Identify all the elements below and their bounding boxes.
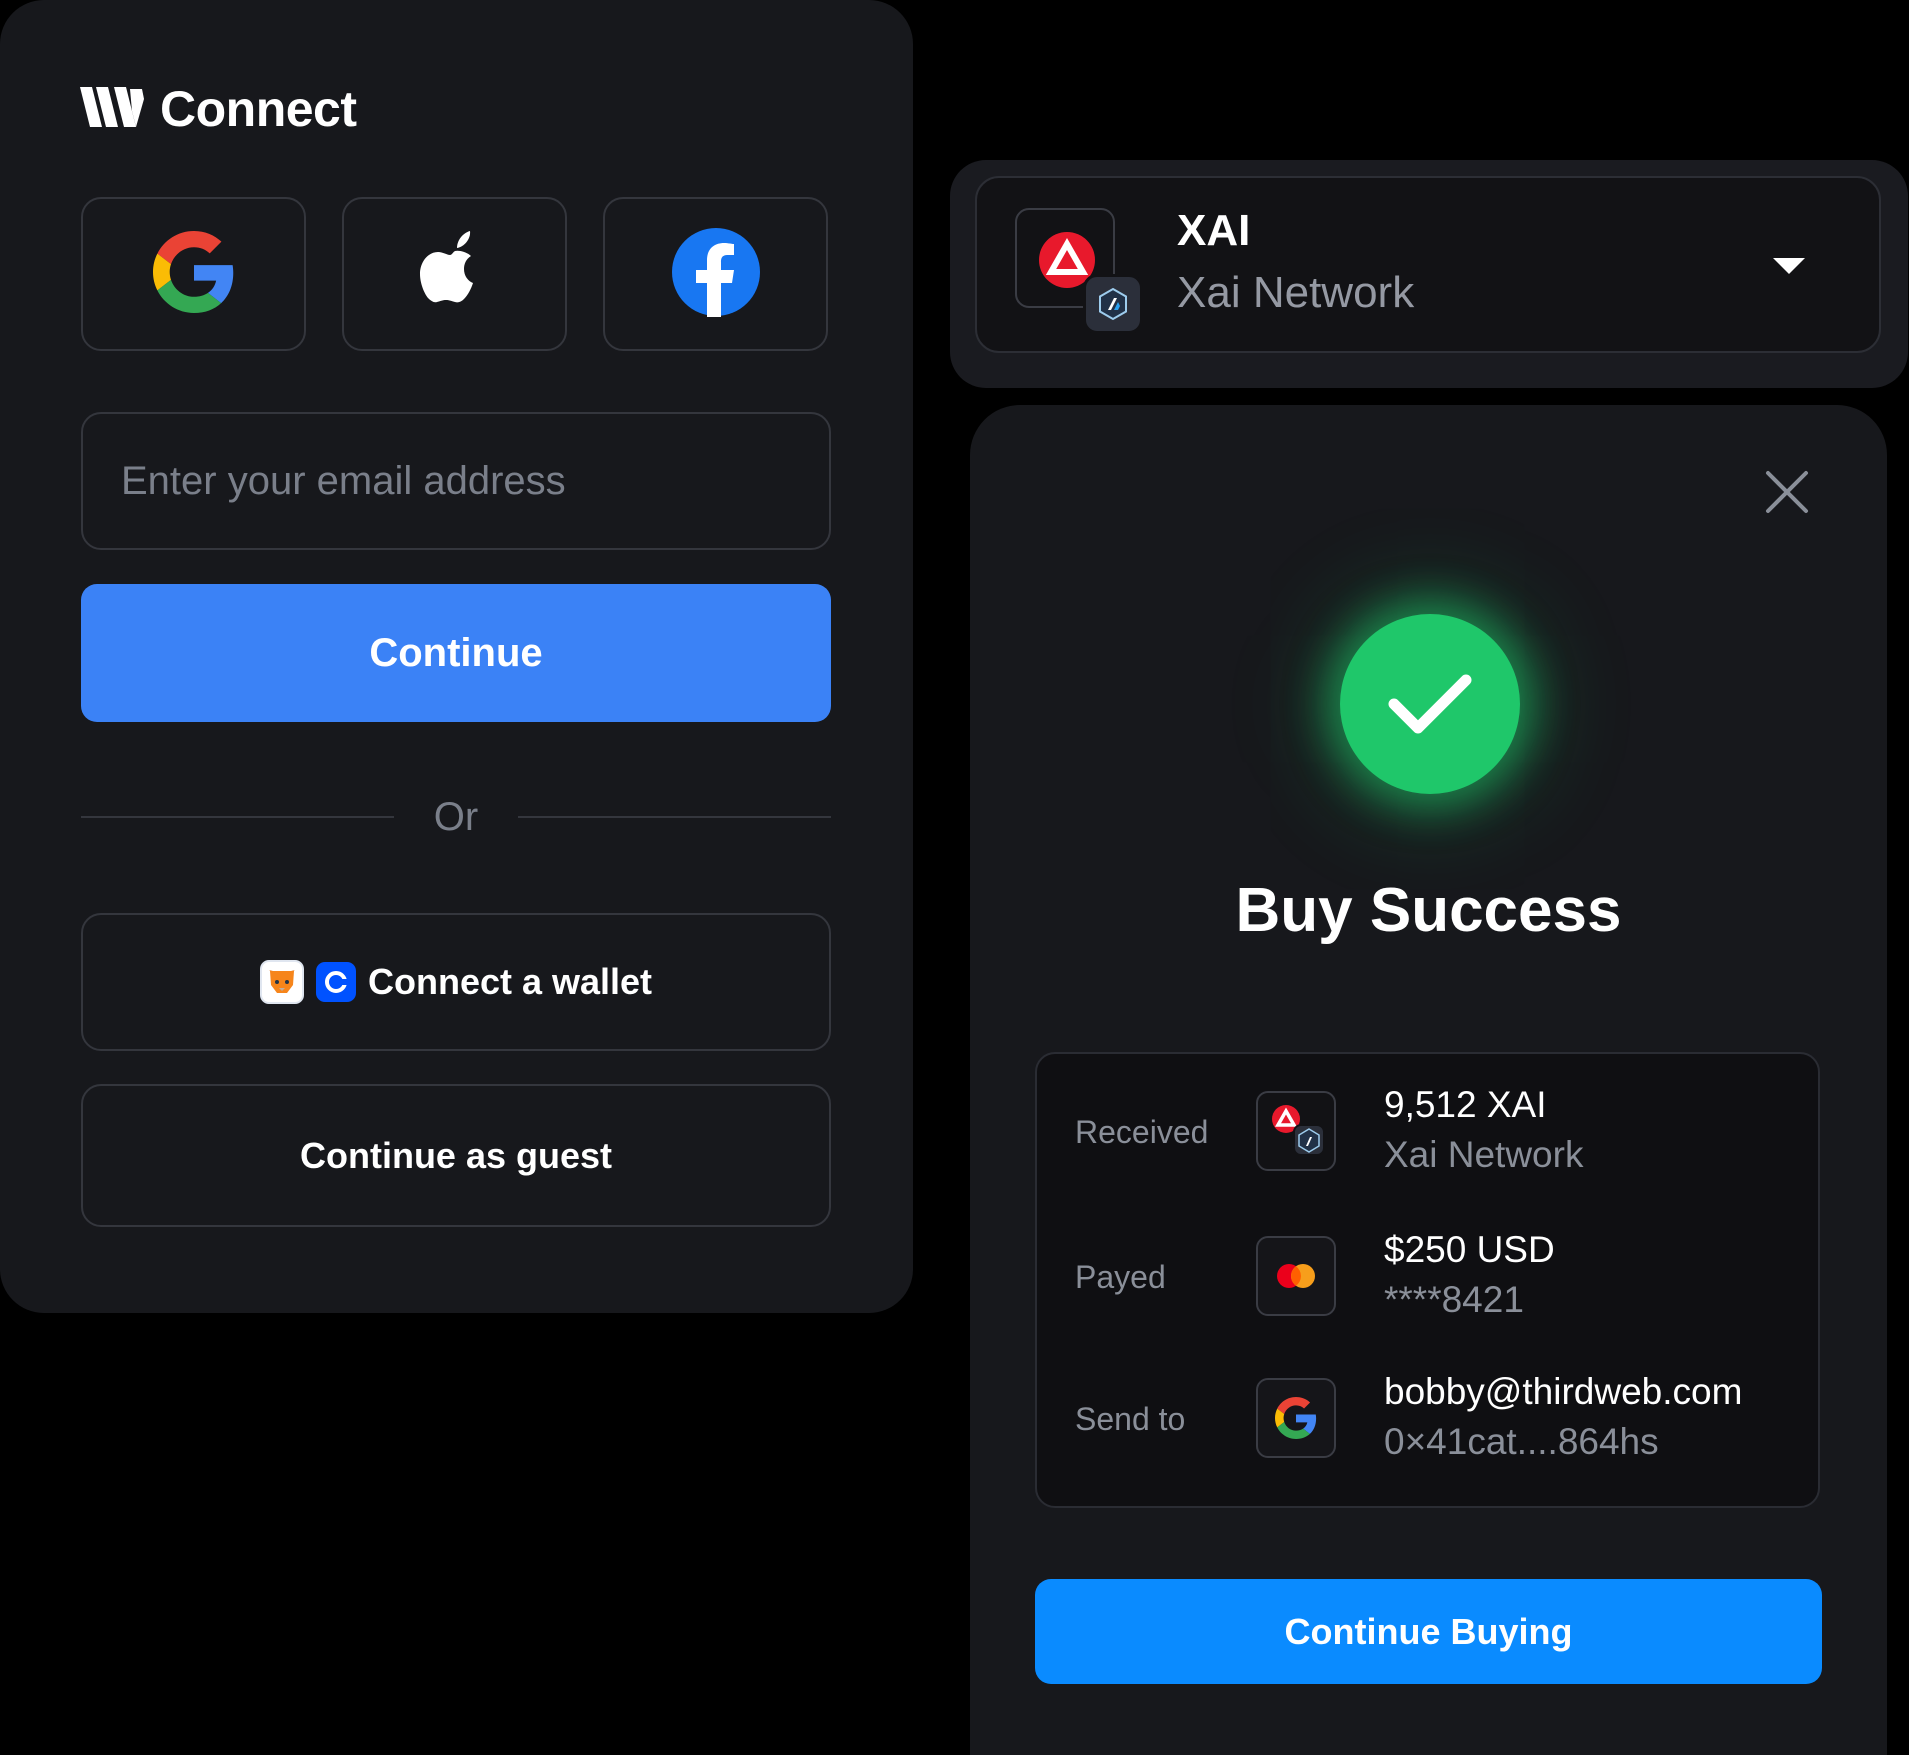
google-icon	[1256, 1378, 1336, 1458]
google-icon	[152, 230, 235, 318]
xai-chain-icon	[1015, 208, 1143, 334]
xai-chain-icon	[1256, 1091, 1336, 1171]
send-to-row: Send to bobby@thirdweb.com 0×41cat....86…	[1037, 1371, 1822, 1471]
success-title: Buy Success	[1235, 876, 1622, 945]
divider-line	[518, 816, 831, 818]
connect-title: Connect	[160, 81, 357, 137]
received-network: Xai Network	[1384, 1134, 1584, 1175]
recipient-address: 0×41cat....864hs	[1384, 1421, 1659, 1462]
facebook-icon	[671, 227, 761, 322]
network-selector[interactable]: XAI Xai Network	[975, 176, 1881, 353]
or-divider: Or	[81, 792, 831, 842]
success-check-icon	[1340, 614, 1520, 794]
mastercard-icon	[1256, 1236, 1336, 1316]
facebook-login-button[interactable]	[603, 197, 828, 351]
connect-card: Connect Enter your email address Continu…	[0, 0, 913, 1313]
connect-header: Connect	[80, 80, 357, 138]
guest-label: Continue as guest	[299, 1134, 613, 1176]
social-login-row	[81, 197, 828, 351]
network-symbol: XAI	[1177, 206, 1251, 255]
continue-buying-button[interactable]: Continue Buying	[1035, 1579, 1822, 1684]
received-amount: 9,512 XAI	[1384, 1084, 1547, 1125]
continue-button[interactable]: Continue	[81, 584, 831, 722]
coinbase-wallet-icon	[315, 962, 356, 1002]
divider-line	[81, 816, 394, 818]
thirdweb-logo-icon	[80, 86, 146, 132]
received-row: Received 9,512 XAI Xai Network	[1037, 1084, 1822, 1184]
transaction-summary: Received 9,512 XAI Xai Network Payed $25…	[1035, 1052, 1820, 1508]
payed-amount: $250 USD	[1384, 1229, 1555, 1270]
guest-button[interactable]: Continue as guest	[81, 1084, 831, 1227]
card-number: ****8421	[1384, 1279, 1524, 1320]
payed-label: Payed	[1075, 1259, 1166, 1295]
send-to-label: Send to	[1075, 1401, 1186, 1437]
close-icon[interactable]	[1765, 470, 1809, 514]
google-login-button[interactable]	[81, 197, 306, 351]
received-label: Received	[1075, 1114, 1209, 1150]
buy-success-card: Buy Success Received 9,512 XAI Xai Netwo…	[970, 405, 1887, 1755]
payed-row: Payed $250 USD ****8421	[1037, 1229, 1822, 1329]
network-name: Xai Network	[1177, 268, 1415, 317]
arbitrum-badge-icon	[1083, 274, 1143, 334]
email-input[interactable]	[81, 412, 831, 550]
recipient-email: bobby@thirdweb.com	[1384, 1371, 1743, 1412]
divider-label: Or	[433, 794, 479, 839]
apple-login-button[interactable]	[342, 197, 567, 351]
chevron-down-icon	[1771, 256, 1807, 281]
metamask-icon	[259, 960, 304, 1004]
apple-icon	[419, 229, 491, 320]
connect-wallet-label: Connect a wallet	[367, 961, 653, 1002]
connect-wallet-button[interactable]: Connect a wallet	[81, 913, 831, 1051]
